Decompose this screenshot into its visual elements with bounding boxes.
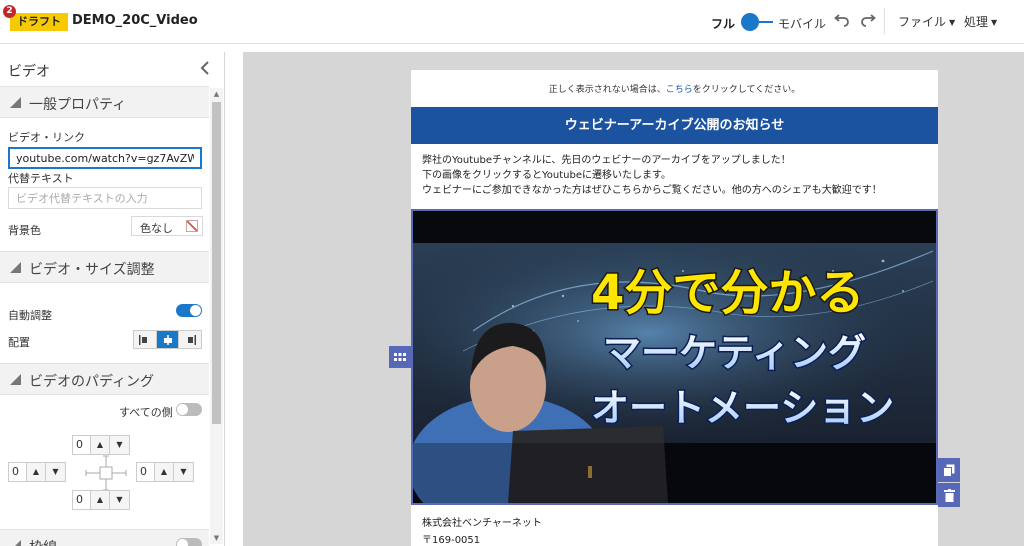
expand-triangle-icon	[10, 374, 21, 385]
email-body-text[interactable]: 弊社のYoutubeチャンネルに、先日のウェビナーのアーカイブをアップしました！…	[422, 153, 927, 198]
editor-canvas: 正しく表示されない場合は、こちらをクリックしてください。 ウェビナーアーカイブ公…	[243, 52, 1024, 546]
section-general-label: 一般プロパティ	[29, 97, 127, 113]
mode-full-label[interactable]: フル	[711, 15, 735, 32]
section-padding-label: ビデオのパディング	[29, 374, 155, 390]
bg-color-value: 色なし	[140, 222, 173, 235]
file-menu-label: ファイル	[898, 15, 947, 29]
body-line: ウェビナーにご参加できなかった方はぜひこちらからご覧ください。他の方へのシェアも…	[422, 185, 882, 196]
alt-text-label: 代替テキスト	[8, 172, 74, 185]
expand-triangle-icon	[10, 97, 21, 108]
auto-adjust-toggle[interactable]	[176, 304, 202, 317]
toggle-knob	[177, 539, 188, 546]
toggle-knob	[190, 305, 201, 316]
align-center-button[interactable]	[156, 331, 180, 348]
align-button-group	[133, 330, 202, 349]
view-online-suffix: をクリックしてください。	[692, 85, 801, 95]
view-online-prefix: 正しく表示されない場合は、	[548, 85, 666, 95]
decrement-icon[interactable]: ▼	[110, 436, 129, 454]
panel-title: ビデオ	[8, 64, 50, 80]
postal-code: 〒169-0051	[422, 535, 481, 546]
panel-scroll-area: 一般プロパティ ビデオ・リンク 代替テキスト 背景色 色なし ビデオ・サイズ調整…	[0, 86, 209, 546]
auto-adjust-label: 自動調整	[8, 309, 52, 322]
no-color-swatch-icon	[186, 220, 198, 232]
scroll-thumb[interactable]	[212, 102, 221, 424]
section-general-header[interactable]: 一般プロパティ	[0, 86, 209, 118]
draft-count-badge: 2	[3, 5, 16, 18]
delete-icon[interactable]	[938, 483, 960, 507]
drag-handle-icon[interactable]	[389, 346, 411, 368]
padding-left-value[interactable]: 0	[9, 463, 27, 481]
toggle-knob	[741, 13, 759, 31]
document-title: DEMO_20C_Video	[72, 13, 198, 28]
decrement-icon[interactable]: ▼	[174, 463, 193, 481]
view-online-link[interactable]: こちら	[666, 85, 693, 95]
video-thumbnail[interactable]: 4分で分かる マーケティング オートメーション	[413, 211, 936, 503]
align-right-icon	[188, 334, 197, 345]
padding-top-value[interactable]: 0	[73, 436, 91, 454]
email-preview: 正しく表示されない場合は、こちらをクリックしてください。 ウェビナーアーカイブ公…	[411, 70, 938, 546]
video-block[interactable]: 4分で分かる マーケティング オートメーション	[411, 209, 938, 505]
toolbar-divider	[884, 8, 885, 34]
bg-color-label: 背景色	[8, 224, 41, 237]
duplicate-icon[interactable]	[938, 458, 960, 482]
mode-mobile-label[interactable]: モバイル	[778, 15, 826, 32]
increment-icon[interactable]: ▲	[91, 436, 110, 454]
scroll-up-icon[interactable]: ▲	[210, 88, 223, 100]
properties-panel: ビデオ 一般プロパティ ビデオ・リンク 代替テキスト 背景色 色なし ビデオ・サ…	[0, 52, 225, 546]
video-link-label: ビデオ・リンク	[8, 131, 85, 144]
bg-color-picker[interactable]: 色なし	[131, 216, 203, 236]
chevron-down-icon: ▼	[991, 18, 998, 27]
thumbnail-title-line2: マーケティング	[603, 331, 866, 375]
padding-right-value[interactable]: 0	[137, 463, 155, 481]
all-sides-toggle[interactable]	[176, 403, 202, 416]
increment-icon[interactable]: ▲	[91, 491, 110, 509]
decrement-icon[interactable]: ▼	[46, 463, 65, 481]
padding-top-stepper[interactable]: 0 ▲ ▼	[72, 435, 130, 455]
process-menu-label: 処理	[964, 15, 989, 29]
process-menu[interactable]: 処理 ▼	[964, 13, 997, 30]
section-size-header[interactable]: ビデオ・サイズ調整	[0, 251, 209, 283]
company-name: 株式会社ベンチャーネット	[422, 518, 542, 529]
toggle-knob	[177, 404, 188, 415]
align-label: 配置	[8, 336, 30, 349]
panel-scrollbar[interactable]: ▲ ▼	[210, 88, 223, 544]
decrement-icon[interactable]: ▼	[110, 491, 129, 509]
expand-triangle-icon	[10, 540, 21, 546]
draft-badge[interactable]: ドラフト	[10, 13, 68, 31]
all-sides-label: すべての側	[119, 406, 173, 419]
thumbnail-title-line1: 4分で分かる	[591, 265, 864, 321]
section-border-label: 枠線	[29, 537, 57, 546]
view-mode-toggle[interactable]	[741, 13, 773, 31]
align-left-icon	[138, 334, 147, 345]
padding-diagram-icon	[85, 455, 127, 491]
body-line: 弊社のYoutubeチャンネルに、先日のウェビナーのアーカイブをアップしました！	[422, 155, 791, 166]
thumbnail-title-line3: オートメーション	[591, 386, 894, 430]
align-center-icon	[163, 334, 172, 345]
email-banner[interactable]: ウェビナーアーカイブ公開のお知らせ	[411, 107, 938, 144]
chevron-down-icon: ▼	[949, 18, 956, 27]
undo-icon[interactable]	[833, 11, 851, 29]
increment-icon[interactable]: ▲	[27, 463, 46, 481]
file-menu[interactable]: ファイル ▼	[898, 13, 955, 30]
body-line: 下の画像をクリックするとYoutubeに遷移いたします。	[422, 170, 671, 181]
collapse-panel-icon[interactable]	[200, 60, 210, 79]
border-toggle[interactable]	[176, 538, 202, 546]
align-left-button[interactable]	[134, 331, 157, 348]
padding-right-stepper[interactable]: 0 ▲ ▼	[136, 462, 194, 482]
padding-left-stepper[interactable]: 0 ▲ ▼	[8, 462, 66, 482]
align-right-button[interactable]	[179, 331, 202, 348]
padding-bottom-stepper[interactable]: 0 ▲ ▼	[72, 490, 130, 510]
expand-triangle-icon	[10, 262, 21, 273]
scroll-down-icon[interactable]: ▼	[210, 532, 223, 544]
video-link-input[interactable]	[8, 147, 202, 169]
padding-bottom-value[interactable]: 0	[73, 491, 91, 509]
increment-icon[interactable]: ▲	[155, 463, 174, 481]
section-size-label: ビデオ・サイズ調整	[29, 262, 155, 278]
view-online-notice: 正しく表示されない場合は、こちらをクリックしてください。	[411, 82, 938, 95]
top-bar: ドラフト 2 DEMO_20C_Video フル モバイル ファイル ▼ 処理 ▼	[0, 0, 1024, 44]
section-padding-header[interactable]: ビデオのパディング	[0, 363, 209, 395]
redo-icon[interactable]	[859, 11, 877, 29]
alt-text-input[interactable]	[8, 187, 202, 209]
